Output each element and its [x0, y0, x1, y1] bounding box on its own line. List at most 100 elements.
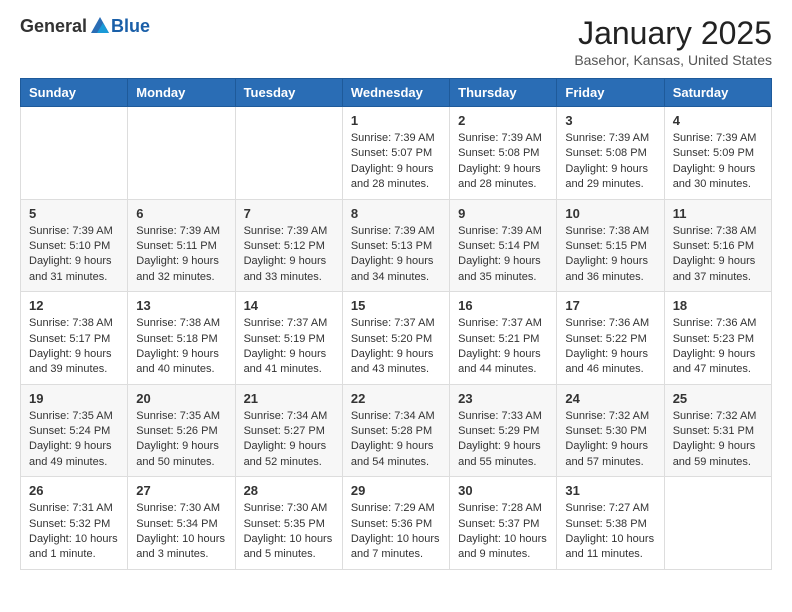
day-info: Sunrise: 7:39 AM Sunset: 5:07 PM Dayligh… — [351, 131, 441, 193]
logo-blue-text: Blue — [111, 16, 150, 37]
calendar-cell: 11Sunrise: 7:38 AM Sunset: 5:16 PM Dayli… — [664, 199, 771, 292]
calendar-table: SundayMondayTuesdayWednesdayThursdayFrid… — [20, 78, 772, 570]
day-number: 23 — [458, 391, 548, 406]
day-number: 13 — [136, 298, 226, 313]
day-number: 9 — [458, 206, 548, 221]
day-info: Sunrise: 7:33 AM Sunset: 5:29 PM Dayligh… — [458, 409, 548, 471]
calendar-body: 1 Sunrise: 7:39 AM Sunset: 5:07 PM Daylig… — [21, 107, 772, 570]
day-info: Sunrise: 7:38 AM Sunset: 5:17 PM Dayligh… — [29, 316, 119, 378]
calendar-cell: 17 Sunrise: 7:36 AM Sunset: 5:22 PM Dayli… — [557, 292, 664, 385]
calendar-cell: 6Sunrise: 7:39 AM Sunset: 5:11 PM Daylig… — [128, 199, 235, 292]
day-info: Sunrise: 7:39 AM Sunset: 5:11 PM Dayligh… — [136, 224, 226, 286]
calendar-cell: 5 Sunrise: 7:39 AM Sunset: 5:10 PM Daylig… — [21, 199, 128, 292]
calendar-cell — [235, 107, 342, 200]
day-number: 7 — [244, 206, 334, 221]
weekday-header-row: SundayMondayTuesdayWednesdayThursdayFrid… — [21, 79, 772, 107]
calendar-cell — [128, 107, 235, 200]
day-info: Sunrise: 7:29 AM Sunset: 5:36 PM Dayligh… — [351, 501, 441, 563]
day-info: Sunrise: 7:37 AM Sunset: 5:19 PM Dayligh… — [244, 316, 334, 378]
day-number: 27 — [136, 483, 226, 498]
day-number: 30 — [458, 483, 548, 498]
calendar-cell: 26 Sunrise: 7:31 AM Sunset: 5:32 PM Dayli… — [21, 477, 128, 570]
calendar-cell: 16Sunrise: 7:37 AM Sunset: 5:21 PM Dayli… — [450, 292, 557, 385]
day-info: Sunrise: 7:37 AM Sunset: 5:20 PM Dayligh… — [351, 316, 441, 378]
day-info: Sunrise: 7:31 AM Sunset: 5:32 PM Dayligh… — [29, 501, 119, 563]
day-number: 17 — [565, 298, 655, 313]
weekday-header-monday: Monday — [128, 79, 235, 107]
calendar-title: January 2025 — [574, 15, 772, 52]
day-info: Sunrise: 7:39 AM Sunset: 5:10 PM Dayligh… — [29, 224, 119, 286]
calendar-cell: 20 Sunrise: 7:35 AM Sunset: 5:26 PM Dayli… — [128, 384, 235, 477]
calendar-cell: 21 Sunrise: 7:34 AM Sunset: 5:27 PM Dayli… — [235, 384, 342, 477]
week-row-4: 19Sunrise: 7:35 AM Sunset: 5:24 PM Dayli… — [21, 384, 772, 477]
calendar-cell: 29 Sunrise: 7:29 AM Sunset: 5:36 PM Dayli… — [342, 477, 449, 570]
calendar-cell: 22Sunrise: 7:34 AM Sunset: 5:28 PM Dayli… — [342, 384, 449, 477]
day-info: Sunrise: 7:32 AM Sunset: 5:30 PM Dayligh… — [565, 409, 655, 471]
day-number: 16 — [458, 298, 548, 313]
header: General Blue January 2025 Basehor, Kansa… — [20, 15, 772, 68]
weekday-header-saturday: Saturday — [664, 79, 771, 107]
week-row-1: 1 Sunrise: 7:39 AM Sunset: 5:07 PM Daylig… — [21, 107, 772, 200]
day-info: Sunrise: 7:39 AM Sunset: 5:09 PM Dayligh… — [673, 131, 763, 193]
calendar-cell: 4 Sunrise: 7:39 AM Sunset: 5:09 PM Daylig… — [664, 107, 771, 200]
day-number: 4 — [673, 113, 763, 128]
calendar-cell: 15Sunrise: 7:37 AM Sunset: 5:20 PM Dayli… — [342, 292, 449, 385]
week-row-3: 12 Sunrise: 7:38 AM Sunset: 5:17 PM Dayli… — [21, 292, 772, 385]
calendar-cell: 23 Sunrise: 7:33 AM Sunset: 5:29 PM Dayli… — [450, 384, 557, 477]
weekday-header-sunday: Sunday — [21, 79, 128, 107]
day-info: Sunrise: 7:35 AM Sunset: 5:26 PM Dayligh… — [136, 409, 226, 471]
day-number: 10 — [565, 206, 655, 221]
day-info: Sunrise: 7:39 AM Sunset: 5:14 PM Dayligh… — [458, 224, 548, 286]
day-number: 29 — [351, 483, 441, 498]
day-info: Sunrise: 7:30 AM Sunset: 5:35 PM Dayligh… — [244, 501, 334, 563]
calendar-cell: 12 Sunrise: 7:38 AM Sunset: 5:17 PM Dayli… — [21, 292, 128, 385]
day-number: 24 — [565, 391, 655, 406]
calendar-cell: 19Sunrise: 7:35 AM Sunset: 5:24 PM Dayli… — [21, 384, 128, 477]
day-number: 20 — [136, 391, 226, 406]
day-number: 12 — [29, 298, 119, 313]
calendar-cell: 13 Sunrise: 7:38 AM Sunset: 5:18 PM Dayli… — [128, 292, 235, 385]
calendar-cell: 2Sunrise: 7:39 AM Sunset: 5:08 PM Daylig… — [450, 107, 557, 200]
day-info: Sunrise: 7:38 AM Sunset: 5:18 PM Dayligh… — [136, 316, 226, 378]
day-info: Sunrise: 7:39 AM Sunset: 5:08 PM Dayligh… — [565, 131, 655, 193]
day-number: 26 — [29, 483, 119, 498]
day-number: 31 — [565, 483, 655, 498]
logo-general-text: General — [20, 16, 87, 37]
calendar-cell: 9 Sunrise: 7:39 AM Sunset: 5:14 PM Daylig… — [450, 199, 557, 292]
day-number: 18 — [673, 298, 763, 313]
day-number: 11 — [673, 206, 763, 221]
calendar-cell: 25Sunrise: 7:32 AM Sunset: 5:31 PM Dayli… — [664, 384, 771, 477]
day-info: Sunrise: 7:39 AM Sunset: 5:12 PM Dayligh… — [244, 224, 334, 286]
day-info: Sunrise: 7:39 AM Sunset: 5:13 PM Dayligh… — [351, 224, 441, 286]
day-info: Sunrise: 7:35 AM Sunset: 5:24 PM Dayligh… — [29, 409, 119, 471]
calendar-cell — [664, 477, 771, 570]
calendar-cell: 18Sunrise: 7:36 AM Sunset: 5:23 PM Dayli… — [664, 292, 771, 385]
day-info: Sunrise: 7:34 AM Sunset: 5:27 PM Dayligh… — [244, 409, 334, 471]
day-number: 1 — [351, 113, 441, 128]
day-info: Sunrise: 7:30 AM Sunset: 5:34 PM Dayligh… — [136, 501, 226, 563]
day-number: 21 — [244, 391, 334, 406]
weekday-header-tuesday: Tuesday — [235, 79, 342, 107]
page-container: General Blue January 2025 Basehor, Kansa… — [0, 0, 792, 580]
weekday-header-thursday: Thursday — [450, 79, 557, 107]
day-info: Sunrise: 7:39 AM Sunset: 5:08 PM Dayligh… — [458, 131, 548, 193]
logo: General Blue — [20, 15, 150, 37]
title-area: January 2025 Basehor, Kansas, United Sta… — [574, 15, 772, 68]
day-number: 3 — [565, 113, 655, 128]
calendar-subtitle: Basehor, Kansas, United States — [574, 52, 772, 68]
day-info: Sunrise: 7:27 AM Sunset: 5:38 PM Dayligh… — [565, 501, 655, 563]
day-info: Sunrise: 7:32 AM Sunset: 5:31 PM Dayligh… — [673, 409, 763, 471]
calendar-cell: 1 Sunrise: 7:39 AM Sunset: 5:07 PM Daylig… — [342, 107, 449, 200]
week-row-2: 5 Sunrise: 7:39 AM Sunset: 5:10 PM Daylig… — [21, 199, 772, 292]
day-number: 8 — [351, 206, 441, 221]
calendar-cell: 8 Sunrise: 7:39 AM Sunset: 5:13 PM Daylig… — [342, 199, 449, 292]
calendar-cell: 10 Sunrise: 7:38 AM Sunset: 5:15 PM Dayli… — [557, 199, 664, 292]
week-row-5: 26 Sunrise: 7:31 AM Sunset: 5:32 PM Dayli… — [21, 477, 772, 570]
day-number: 5 — [29, 206, 119, 221]
day-number: 28 — [244, 483, 334, 498]
day-info: Sunrise: 7:36 AM Sunset: 5:22 PM Dayligh… — [565, 316, 655, 378]
day-info: Sunrise: 7:38 AM Sunset: 5:15 PM Dayligh… — [565, 224, 655, 286]
calendar-cell: 30Sunrise: 7:28 AM Sunset: 5:37 PM Dayli… — [450, 477, 557, 570]
weekday-header-wednesday: Wednesday — [342, 79, 449, 107]
weekday-header-friday: Friday — [557, 79, 664, 107]
